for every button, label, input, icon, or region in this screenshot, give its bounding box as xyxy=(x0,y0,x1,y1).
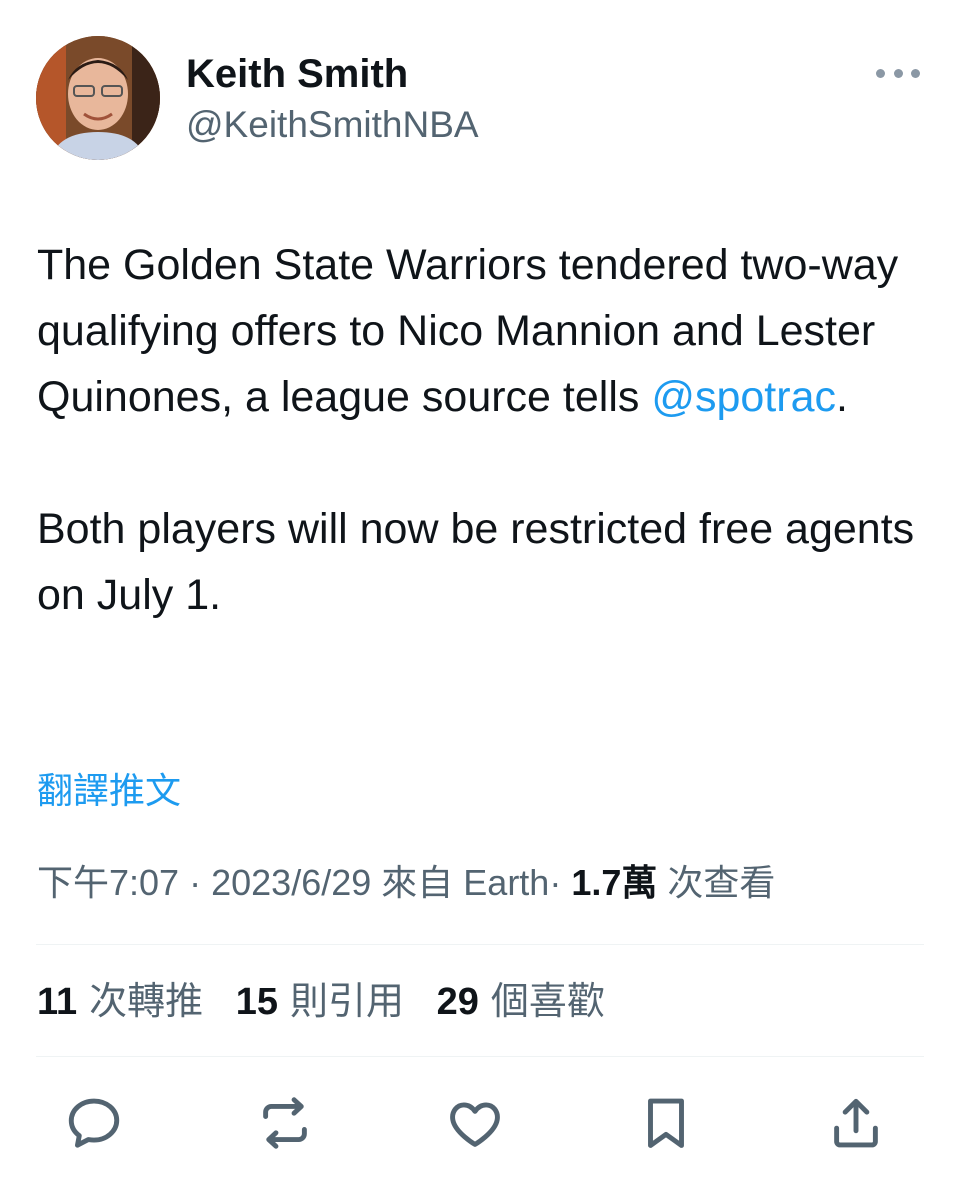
tweet-paragraph-1: The Golden State Warriors tendered two-w… xyxy=(37,232,925,430)
retweets-count: 11 xyxy=(37,981,78,1023)
reply-icon xyxy=(68,1098,120,1148)
tweet-time[interactable]: 下午7:07 xyxy=(37,862,179,903)
share-icon xyxy=(834,1098,878,1148)
meta-separator: · xyxy=(549,862,562,903)
meta-separator: · xyxy=(189,862,202,903)
retweet-button[interactable] xyxy=(251,1089,319,1157)
author-handle[interactable]: @KeithSmithNBA xyxy=(186,102,479,148)
likes-stat[interactable]: 29 個喜歡 xyxy=(437,976,605,1028)
likes-label: 個喜歡 xyxy=(490,981,605,1023)
share-button[interactable] xyxy=(822,1089,890,1157)
user-avatar-icon xyxy=(36,36,160,160)
like-button[interactable] xyxy=(441,1089,509,1157)
views-count: 1.7萬 xyxy=(571,862,658,903)
tweet-paragraph-1-end: . xyxy=(836,373,848,421)
action-bar xyxy=(60,1088,890,1158)
like-icon xyxy=(450,1102,500,1147)
translate-tweet-link[interactable]: 翻譯推文 xyxy=(37,766,181,816)
views-label: 次查看 xyxy=(667,862,776,903)
engagement-stats: 11 次轉推 15 則引用 29 個喜歡 xyxy=(37,976,627,1028)
tweet-date[interactable]: 2023/6/29 xyxy=(211,862,371,903)
tweet-source: 來自 Earth xyxy=(381,862,550,903)
retweet-icon xyxy=(262,1097,307,1149)
tweet-meta: 下午7:07 · 2023/6/29 來自 Earth· 1.7萬 次查看 xyxy=(37,858,775,908)
retweets-stat[interactable]: 11 次轉推 xyxy=(37,976,203,1028)
likes-count: 29 xyxy=(436,981,479,1023)
avatar[interactable] xyxy=(36,36,160,160)
quotes-stat[interactable]: 15 則引用 xyxy=(236,976,404,1028)
tweet-header: Keith Smith @KeithSmithNBA xyxy=(36,36,924,166)
retweets-label: 次轉推 xyxy=(89,981,204,1023)
bookmark-button[interactable] xyxy=(632,1089,700,1157)
divider xyxy=(36,944,924,945)
more-options-icon[interactable] xyxy=(876,58,920,88)
divider xyxy=(36,1056,924,1057)
reply-button[interactable] xyxy=(60,1089,128,1157)
author-name[interactable]: Keith Smith xyxy=(186,50,408,98)
quotes-count: 15 xyxy=(235,981,279,1023)
mention-link[interactable]: @spotrac xyxy=(651,373,836,421)
tweet-text: The Golden State Warriors tendered two-w… xyxy=(37,232,925,628)
bookmark-icon xyxy=(647,1098,684,1148)
tweet-paragraph-2: Both players will now be restricted free… xyxy=(37,505,915,619)
quotes-label: 則引用 xyxy=(290,981,405,1023)
